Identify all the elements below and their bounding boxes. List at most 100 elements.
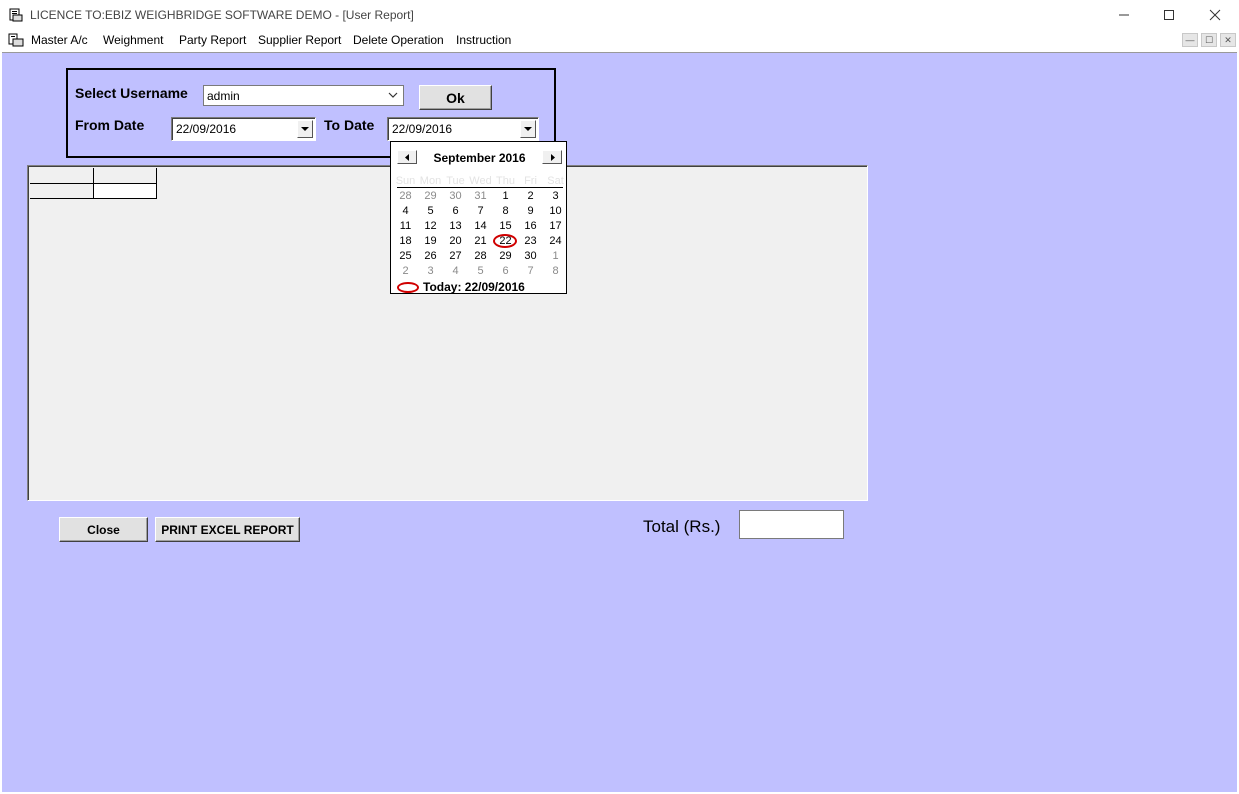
arrow-left-icon xyxy=(404,153,409,161)
calendar-day[interactable]: 24 xyxy=(543,235,568,247)
child-close-icon: ✕ xyxy=(1224,34,1232,45)
calendar-day[interactable]: 17 xyxy=(543,220,568,232)
from-date-picker[interactable]: 22/09/2016 xyxy=(171,117,316,141)
calendar-day[interactable]: 3 xyxy=(543,190,568,202)
selected-day-circle xyxy=(493,234,517,248)
title-bar: LICENCE TO:EBIZ WEIGHBRIDGE SOFTWARE DEM… xyxy=(0,0,1239,30)
grid-header-cell[interactable] xyxy=(30,168,94,184)
calendar-day[interactable]: 30 xyxy=(443,190,468,202)
calendar-day[interactable]: 3 xyxy=(418,265,443,277)
calendar-day[interactable]: 23 xyxy=(518,235,543,247)
calendar-day[interactable]: 26 xyxy=(418,250,443,262)
weekday-label: Fri xyxy=(524,175,537,187)
calendar-day[interactable]: 4 xyxy=(393,205,418,217)
menu-instruction[interactable]: Instruction xyxy=(456,33,511,47)
minimize-button[interactable] xyxy=(1101,0,1147,30)
calendar-day[interactable]: 6 xyxy=(493,265,518,277)
calendar-day[interactable]: 7 xyxy=(468,205,493,217)
app-icon xyxy=(9,8,23,22)
next-month-button[interactable] xyxy=(542,150,562,164)
menu-delete-operation[interactable]: Delete Operation xyxy=(353,33,444,47)
calendar-day[interactable]: 28 xyxy=(393,190,418,202)
from-date-value: 22/09/2016 xyxy=(176,122,237,136)
arrow-right-icon xyxy=(550,153,555,161)
calendar-day[interactable]: 7 xyxy=(518,265,543,277)
calendar-day[interactable]: 29 xyxy=(418,190,443,202)
calendar-day[interactable]: 16 xyxy=(518,220,543,232)
to-date-picker[interactable]: 22/09/2016 xyxy=(387,117,539,141)
window-title: LICENCE TO:EBIZ WEIGHBRIDGE SOFTWARE DEM… xyxy=(30,8,414,22)
calendar-day[interactable]: 11 xyxy=(393,220,418,232)
calendar-month-label[interactable]: September 2016 xyxy=(431,151,528,165)
grid-header-cell[interactable] xyxy=(94,168,157,184)
print-excel-report-button[interactable]: PRINT EXCEL REPORT xyxy=(155,517,300,542)
username-label: Select Username xyxy=(75,85,188,101)
child-minimize-button[interactable]: — xyxy=(1182,33,1198,47)
calendar-day[interactable]: 20 xyxy=(443,235,468,247)
maximize-button[interactable] xyxy=(1146,0,1192,30)
mdi-child-icon[interactable] xyxy=(8,33,24,47)
total-label: Total (Rs.) xyxy=(643,517,721,536)
username-value: admin xyxy=(207,89,240,103)
calendar-day[interactable]: 29 xyxy=(493,250,518,262)
weekday-label: Sat xyxy=(547,175,564,187)
calendar-day[interactable]: 21 xyxy=(468,235,493,247)
calendar-day[interactable]: 2 xyxy=(518,190,543,202)
minimize-icon xyxy=(1119,14,1129,16)
calendar-day[interactable]: 1 xyxy=(543,250,568,262)
previous-month-button[interactable] xyxy=(397,150,417,164)
child-close-button[interactable]: ✕ xyxy=(1220,33,1236,47)
from-date-dropdown-button[interactable] xyxy=(297,120,313,138)
calendar-day[interactable]: 25 xyxy=(393,250,418,262)
calendar-divider xyxy=(397,187,563,188)
to-date-value: 22/09/2016 xyxy=(392,122,453,136)
calendar-day[interactable]: 9 xyxy=(518,205,543,217)
close-window-button[interactable] xyxy=(1192,0,1238,30)
calendar-day[interactable]: 8 xyxy=(543,265,568,277)
calendar-day[interactable]: 19 xyxy=(418,235,443,247)
grid-cell[interactable] xyxy=(30,184,94,199)
weekday-label: Wed xyxy=(469,175,492,187)
calendar-today-link[interactable]: Today: 22/09/2016 xyxy=(423,280,525,294)
child-restore-button[interactable]: ☐ xyxy=(1201,33,1217,47)
calendar-day[interactable]: 27 xyxy=(443,250,468,262)
calendar-day[interactable]: 14 xyxy=(468,220,493,232)
from-date-label: From Date xyxy=(75,117,145,133)
calendar-day[interactable]: 1 xyxy=(493,190,518,202)
calendar-day[interactable]: 5 xyxy=(468,265,493,277)
close-icon xyxy=(1209,9,1221,21)
weekday-label: Sun xyxy=(395,175,416,187)
menu-master-ac[interactable]: Master A/c xyxy=(31,33,88,47)
menu-bar: Master A/c Weighment Party Report Suppli… xyxy=(0,30,1239,51)
username-select[interactable]: admin xyxy=(203,85,404,106)
calendar-popup: September 2016 Sun Mon Tue Wed Thu Fri S… xyxy=(390,141,567,294)
dropdown-arrow-icon xyxy=(301,126,309,131)
close-button[interactable]: Close xyxy=(59,517,148,542)
menu-supplier-report[interactable]: Supplier Report xyxy=(258,33,341,47)
weekday-label: Tue xyxy=(446,175,465,187)
calendar-day[interactable]: 10 xyxy=(543,205,568,217)
today-circle-icon xyxy=(397,282,419,293)
weekday-label: Mon xyxy=(419,175,442,187)
calendar-day[interactable]: 28 xyxy=(468,250,493,262)
menu-party-report[interactable]: Party Report xyxy=(179,33,246,47)
calendar-day[interactable]: 2 xyxy=(393,265,418,277)
calendar-day[interactable]: 8 xyxy=(493,205,518,217)
calendar-day[interactable]: 13 xyxy=(443,220,468,232)
dropdown-arrow-icon xyxy=(524,126,532,131)
calendar-day[interactable]: 12 xyxy=(418,220,443,232)
child-restore-icon: ☐ xyxy=(1204,34,1214,45)
ok-button[interactable]: Ok xyxy=(419,85,492,110)
calendar-day[interactable]: 5 xyxy=(418,205,443,217)
calendar-day[interactable]: 31 xyxy=(468,190,493,202)
to-date-dropdown-button[interactable] xyxy=(520,120,536,138)
calendar-day[interactable]: 6 xyxy=(443,205,468,217)
total-value-field[interactable] xyxy=(739,510,844,539)
calendar-day[interactable]: 15 xyxy=(493,220,518,232)
grid-cell[interactable] xyxy=(94,184,157,199)
menu-weighment[interactable]: Weighment xyxy=(103,33,163,47)
calendar-day[interactable]: 18 xyxy=(393,235,418,247)
chevron-down-icon xyxy=(388,92,398,98)
calendar-day[interactable]: 30 xyxy=(518,250,543,262)
calendar-day[interactable]: 4 xyxy=(443,265,468,277)
